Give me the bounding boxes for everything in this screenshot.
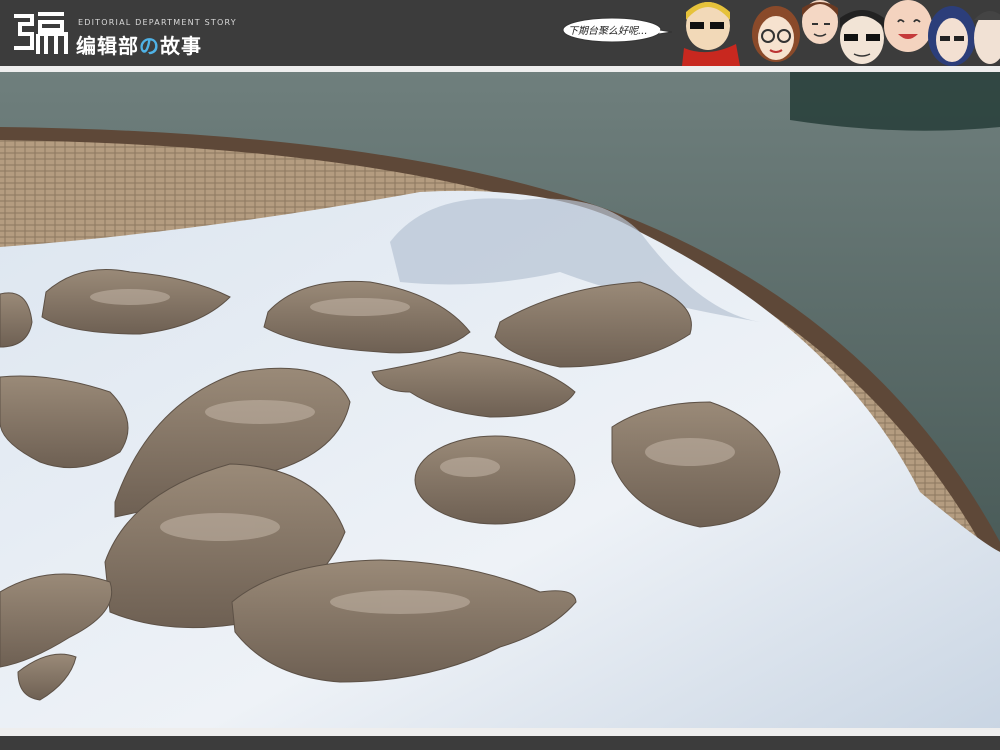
site-footer [0,736,1000,750]
footer-divider [0,728,1000,736]
face-blue-hair-icon [928,6,976,66]
logo-chinese-title[interactable]: 编辑部の故事 [76,30,202,59]
site-header: EDITORIAL DEPARTMENT STORY 编辑部の故事 下期台聚么好… [0,0,1000,67]
face-woman-glasses-icon [752,6,800,62]
site-logo-icon[interactable] [10,6,72,58]
water-reflection [790,72,1000,131]
mud-drying-scene-image [0,72,1000,728]
main-photo [0,72,1000,728]
logo-cn-part2: 故事 [160,34,202,58]
logo-english-tagline: EDITORIAL DEPARTMENT STORY [78,18,237,27]
face-partial-icon [974,11,1000,64]
logo-cn-accent: の [139,34,160,58]
face-blond-sunglasses-icon [682,2,740,66]
face-round-smiling-icon [884,0,932,52]
face-man-brown-hair-icon [802,0,838,44]
cartoon-staff-faces-icon [682,0,1000,66]
face-man-sunglasses-icon [840,10,884,64]
speech-bubble-text: 下期台聚么好呢... [568,26,648,37]
logo-cn-part1: 编辑部 [76,34,139,58]
